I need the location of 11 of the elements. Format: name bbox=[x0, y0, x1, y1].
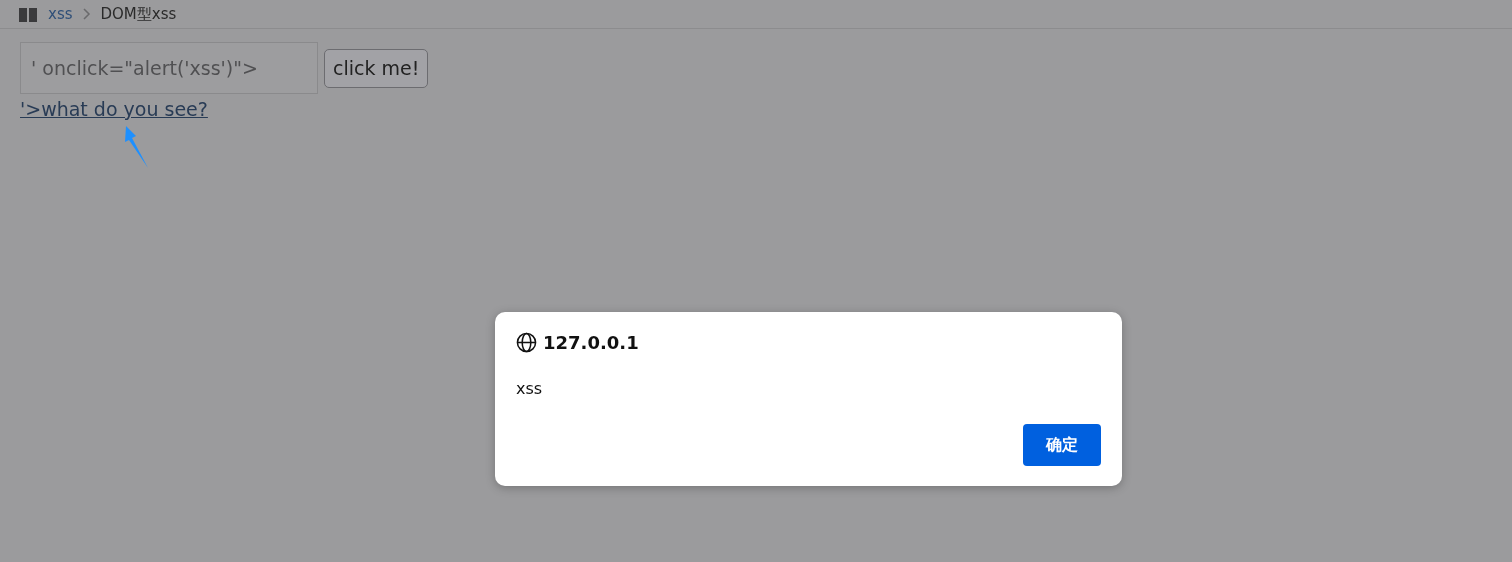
dialog-title: 127.0.0.1 bbox=[543, 332, 639, 353]
chevron-icon bbox=[82, 8, 91, 20]
click-button[interactable]: click me! bbox=[324, 48, 429, 88]
confirm-button[interactable]: 确定 bbox=[1023, 424, 1101, 466]
globe-icon bbox=[516, 332, 537, 353]
input-field[interactable]: ' onclick="alert('xss')"> bbox=[20, 42, 318, 94]
breadcrumb-current: DOM型xss bbox=[100, 4, 177, 24]
breadcrumb-link[interactable]: xss bbox=[48, 5, 73, 23]
link[interactable]: '>what do you see? bbox=[20, 98, 208, 120]
home-icon[interactable] bbox=[18, 6, 38, 22]
dialog-message: xss bbox=[516, 379, 544, 398]
